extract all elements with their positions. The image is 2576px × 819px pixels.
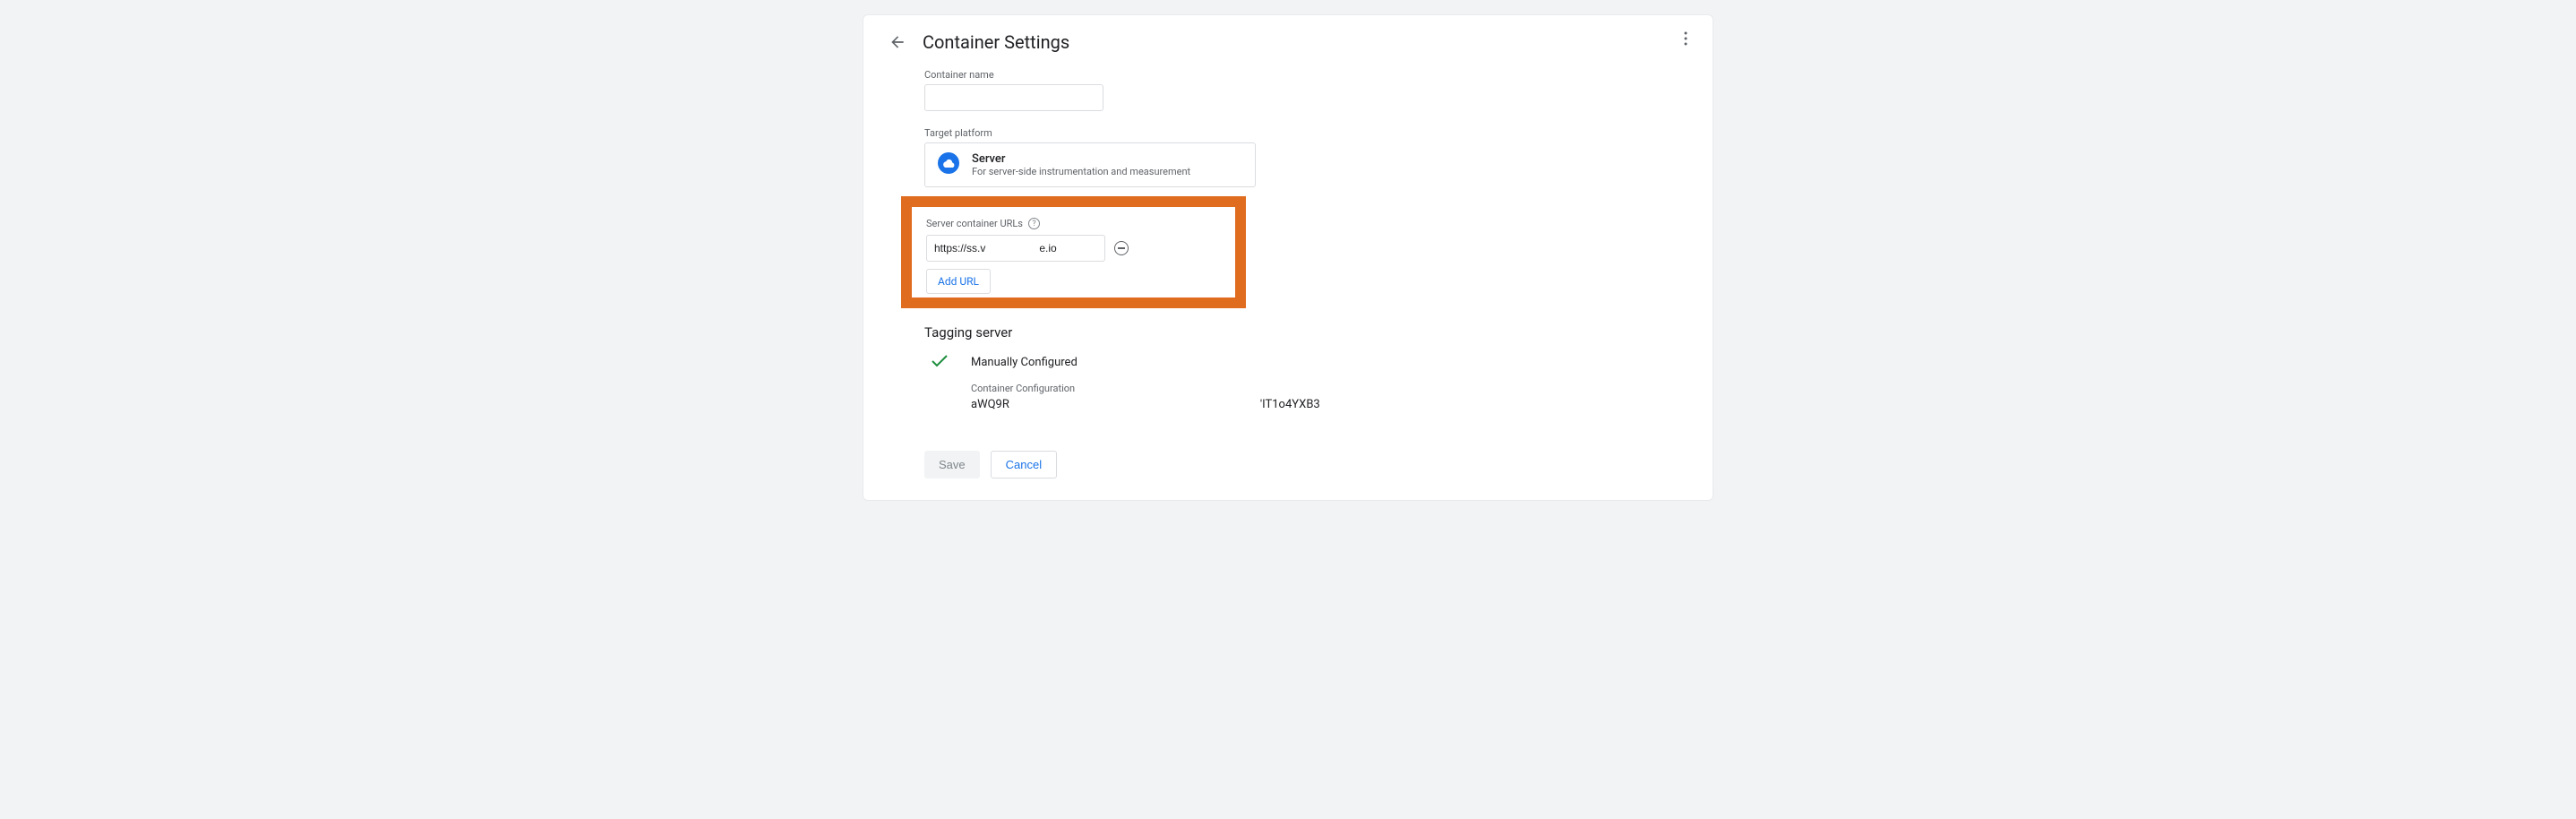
save-button[interactable]: Save: [924, 451, 980, 478]
platform-description: For server-side instrumentation and meas…: [972, 166, 1190, 177]
container-config-label: Container Configuration: [971, 383, 1687, 394]
back-arrow-icon[interactable]: [889, 33, 906, 51]
remove-url-button[interactable]: [1114, 241, 1129, 255]
target-platform-label: Target platform: [924, 127, 1687, 139]
add-url-button[interactable]: Add URL: [926, 269, 991, 294]
container-name-label: Container name: [924, 69, 1687, 81]
page-title: Container Settings: [923, 31, 1069, 53]
more-vert-icon: [1684, 31, 1687, 46]
more-options-button[interactable]: [1675, 28, 1696, 49]
platform-name: Server: [972, 152, 1190, 166]
action-buttons: Save Cancel: [924, 451, 1687, 478]
server-urls-label: Server container URLs: [926, 218, 1023, 229]
config-token-2: 'IT1o4YXB3: [1260, 398, 1320, 411]
config-token-1: aWQ9R: [971, 398, 1009, 411]
tagging-server-status: Manually Configured: [971, 356, 1078, 369]
target-platform-field: Target platform Server For server-side i…: [924, 127, 1687, 187]
server-url-input[interactable]: [926, 235, 1105, 262]
container-settings-panel: Container Settings Container name Target…: [863, 14, 1713, 501]
platform-card-server[interactable]: Server For server-side instrumentation a…: [924, 142, 1256, 187]
cancel-button[interactable]: Cancel: [991, 451, 1057, 478]
tagging-server-title: Tagging server: [924, 324, 1687, 341]
cloud-icon: [938, 152, 959, 174]
check-icon: [932, 353, 948, 372]
panel-header: Container Settings: [889, 31, 1687, 53]
container-configuration-block: Container Configuration aWQ9R 'IT1o4YXB3: [971, 383, 1687, 411]
container-name-field: Container name: [924, 69, 1687, 111]
server-urls-highlight: Server container URLs ? Add URL: [901, 196, 1246, 308]
container-name-input[interactable]: [924, 84, 1103, 111]
tagging-server-status-row: Manually Configured: [932, 353, 1687, 372]
help-icon[interactable]: ?: [1028, 218, 1040, 229]
